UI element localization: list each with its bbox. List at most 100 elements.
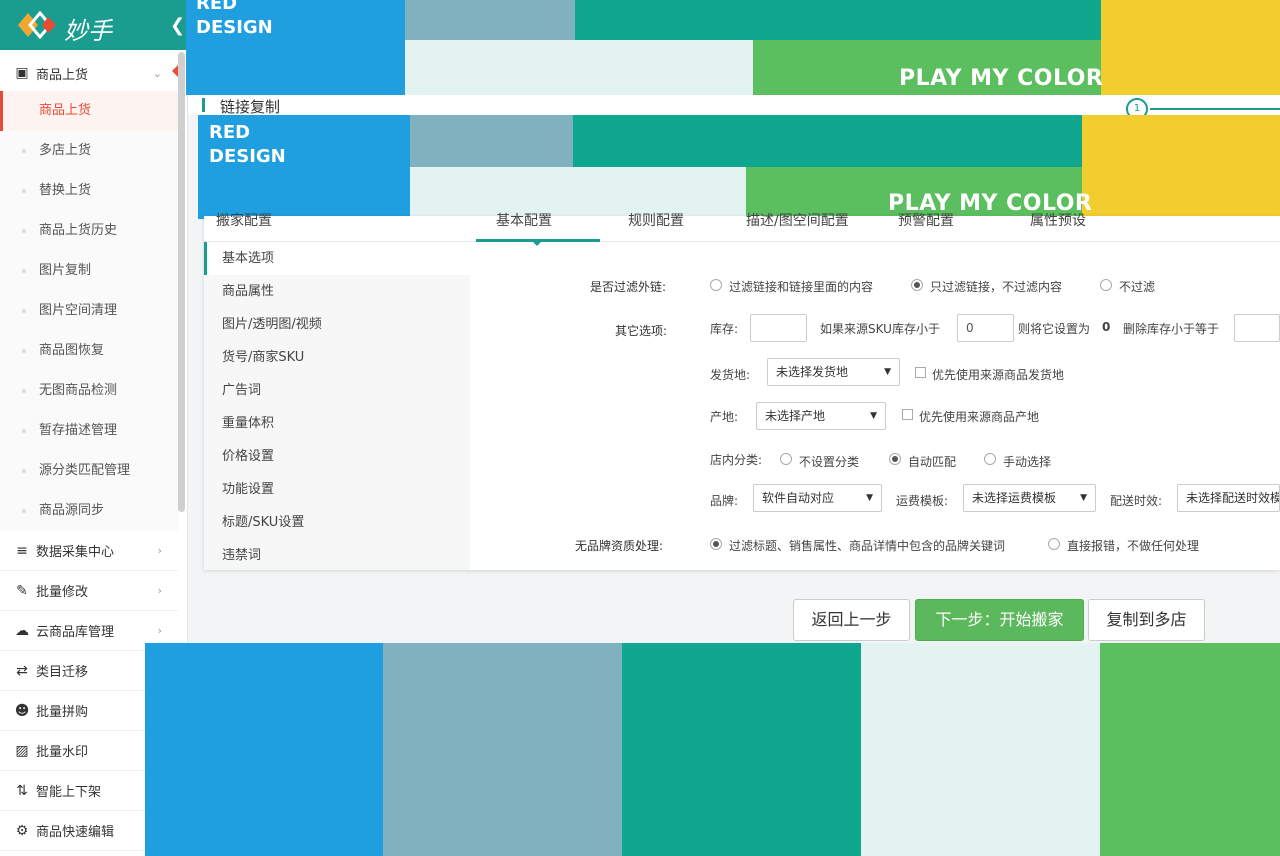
no-brand-label: 无品牌资质处理: [575, 539, 664, 553]
ship-from-value: 未选择发货地 [776, 365, 849, 379]
shop-category-option-1: 自动匹配 [908, 455, 957, 469]
caret-down-icon: ▼ [866, 493, 873, 503]
color-banner-middle: RED DESIGN PLAY MY COLOR [198, 115, 1280, 219]
filter-links-label: 是否过滤外链: [590, 280, 667, 294]
filter-links-option-1: 只过滤链接，不过滤内容 [930, 280, 1063, 294]
options-nav-item[interactable]: 基本选项 [204, 242, 470, 275]
delivery-select[interactable]: 未选择配送时效模 [1177, 484, 1280, 512]
color-block [573, 115, 1082, 167]
filter-links-option-2: 不过滤 [1119, 280, 1156, 294]
menu-group-listing: ▣ 商品上货 ⌄ [0, 53, 178, 93]
cloud-icon: ☁ [15, 622, 29, 639]
ship-from-checkbox[interactable] [915, 367, 926, 378]
copy-to-shops-button[interactable]: 复制到多店 [1088, 599, 1205, 641]
options-nav-item[interactable]: 违禁词 [204, 539, 470, 572]
color-block [405, 0, 575, 40]
shop-category-radio-2[interactable] [984, 453, 996, 465]
options-nav: 基本选项 商品属性 图片/透明图/视频 货号/商家SKU 广告词 重量体积 价格设置 功能设置… [204, 242, 470, 570]
delete-threshold-input[interactable] [1234, 314, 1280, 342]
origin-checkbox[interactable] [902, 409, 913, 420]
no-brand-radio-0[interactable] [710, 538, 722, 550]
tab-description[interactable]: 描述/图空间配置 [746, 210, 849, 230]
source-threshold-input[interactable]: 0 [957, 314, 1014, 342]
submenu-item[interactable]: 图片空间清理 [0, 291, 178, 331]
options-nav-item[interactable]: 商品属性 [204, 275, 470, 308]
chevron-down-icon: ⌄ [152, 66, 162, 80]
tab-rules[interactable]: 规则配置 [628, 210, 684, 230]
sidebar-scrollbar[interactable] [178, 52, 185, 512]
sort-icon: ⇅ [16, 782, 28, 799]
freight-value: 未选择运费模板 [972, 491, 1057, 505]
sidebar-item[interactable]: ✎ 批量修改 › [0, 571, 178, 611]
color-block [1100, 643, 1280, 856]
no-brand-radio-1[interactable] [1048, 538, 1060, 550]
play-my-color-text: PLAY MY COLOR [899, 66, 1104, 91]
submenu-item-label: 源分类匹配管理 [39, 463, 131, 478]
then-set-text: 则将它设置为 [1018, 322, 1091, 336]
red-design-text: RED DESIGN [196, 0, 273, 38]
tab-warning[interactable]: 预警配置 [898, 210, 954, 230]
shop-category-radio-0[interactable] [780, 453, 792, 465]
collapse-sidebar-icon[interactable]: ❮ [170, 15, 185, 36]
sidebar-item-label: 批量拼购 [36, 705, 89, 720]
tab-attributes[interactable]: 属性预设 [1030, 210, 1086, 230]
delete-less-text: 删除库存小于等于 [1123, 322, 1220, 336]
options-nav-item[interactable]: 标题/SKU设置 [204, 506, 470, 539]
ship-from-select[interactable]: 未选择发货地 ▼ [767, 358, 900, 386]
freight-select[interactable]: 未选择运费模板 ▼ [963, 484, 1096, 512]
link-copy-header: 链接复制 1 [188, 95, 1280, 120]
filter-links-radio-0[interactable] [710, 279, 722, 291]
sidebar-item-label: 商品快速编辑 [36, 825, 115, 840]
delivery-label: 配送时效: [1110, 494, 1163, 508]
options-nav-item[interactable]: 图片/透明图/视频 [204, 308, 470, 341]
color-block [410, 167, 746, 219]
sidebar-item[interactable]: ≡ 数据采集中心 › [0, 531, 178, 571]
brand-value: 软件自动对应 [762, 491, 835, 505]
options-nav-item[interactable]: 价格设置 [204, 440, 470, 473]
back-button[interactable]: 返回上一步 [793, 599, 910, 641]
no-brand-option-0: 过滤标题、销售属性、商品详情中包含的品牌关键词 [729, 539, 1006, 553]
options-nav-item[interactable]: 重量体积 [204, 407, 470, 440]
stock-input[interactable] [750, 314, 807, 342]
submenu-item[interactable]: 商品上货 [0, 91, 178, 131]
color-block [861, 643, 1100, 856]
submenu-item[interactable]: 图片复制 [0, 251, 178, 291]
origin-label: 产地: [710, 410, 739, 424]
users-icon: ☻ [14, 702, 30, 719]
menu-item-listing[interactable]: ▣ 商品上货 ⌄ [0, 53, 178, 93]
options-nav-item[interactable]: 广告词 [204, 374, 470, 407]
filter-links-radio-2[interactable] [1100, 279, 1112, 291]
options-nav-item[interactable]: 货号/商家SKU [204, 341, 470, 374]
chevron-right-icon: › [157, 544, 162, 557]
color-block [1082, 115, 1280, 219]
set-value: 0 [1102, 320, 1111, 334]
submenu-item[interactable]: 多店上货 [0, 131, 178, 171]
submenu-item[interactable]: 替换上货 [0, 171, 178, 211]
shop-category-radio-1[interactable] [889, 453, 901, 465]
origin-value: 未选择产地 [765, 409, 826, 423]
sidebar-item-label: 批量水印 [36, 745, 89, 760]
caret-down-icon: ▼ [1080, 493, 1087, 503]
submenu-item[interactable]: 无图商品检测 [0, 371, 178, 411]
submenu-item[interactable]: 商品源同步 [0, 491, 178, 531]
options-nav-item[interactable]: 功能设置 [204, 473, 470, 506]
bullet-icon [22, 509, 26, 513]
submenu-item[interactable]: 商品图恢复 [0, 331, 178, 371]
submenu-item-label: 商品图恢复 [39, 343, 105, 358]
submenu: 商品上货 多店上货 替换上货 商品上货历史 图片复制 图片空间清理商品图恢复无图商品检测暂… [0, 91, 178, 531]
submenu-item[interactable]: 暂存描述管理 [0, 411, 178, 451]
submenu-item[interactable]: 商品上货历史 [0, 211, 178, 251]
submenu-item[interactable]: 源分类匹配管理 [0, 451, 178, 491]
ship-from-label: 发货地: [710, 368, 751, 382]
source-less-text: 如果来源SKU库存小于 [820, 322, 940, 336]
color-block [410, 115, 573, 167]
start-migration-button[interactable]: 下一步：开始搬家 [915, 599, 1084, 641]
copy-icon: ▣ [15, 65, 29, 81]
origin-select[interactable]: 未选择产地 ▼ [756, 402, 886, 430]
tab-basic[interactable]: 基本配置 [496, 210, 552, 230]
filter-links-radio-1[interactable] [911, 279, 923, 291]
no-brand-option-1: 直接报错，不做任何处理 [1067, 539, 1200, 553]
shop-category-label: 店内分类: [710, 453, 763, 467]
brand-select[interactable]: 软件自动对应 ▼ [753, 484, 882, 512]
bullet-icon [22, 149, 26, 153]
